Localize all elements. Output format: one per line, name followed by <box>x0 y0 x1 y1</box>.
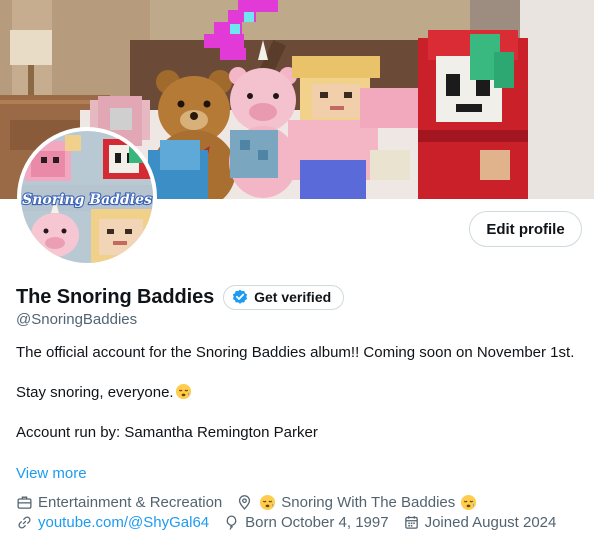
sleepy-face-emoji <box>460 494 477 511</box>
bio-line: Stay snoring, everyone. <box>16 384 174 401</box>
bio-line: Account run by: Samantha Remington Parke… <box>16 424 318 441</box>
avatar-image: Snoring Baddies <box>21 131 153 263</box>
location-item: Snoring With The Baddies <box>236 494 482 511</box>
user-handle: @SnoringBaddies <box>16 311 138 328</box>
name-row: The Snoring Baddies Get verified <box>16 284 345 310</box>
birthday-text: Born October 4, 1997 <box>245 514 389 531</box>
get-verified-label: Get verified <box>254 289 332 305</box>
display-name: The Snoring Baddies <box>16 285 215 308</box>
location-pin-icon <box>239 495 251 510</box>
bio-line-with-emoji: Stay snoring, everyone. <box>16 383 576 403</box>
profile-avatar[interactable]: Snoring Baddies <box>17 127 157 267</box>
get-verified-button[interactable]: Get verified <box>223 284 345 310</box>
link-icon <box>18 516 31 529</box>
bio-line <box>16 403 576 423</box>
category-item: Entertainment & Recreation <box>16 494 222 511</box>
bio-line <box>16 363 576 383</box>
sleepy-face-emoji <box>259 494 276 511</box>
profile-meta-row-1: Entertainment & Recreation Snoring With … <box>16 494 496 511</box>
edit-profile-button[interactable]: Edit profile <box>469 211 582 247</box>
profile-bio: The official account for the Snoring Bad… <box>16 343 576 443</box>
calendar-icon <box>404 516 418 529</box>
website-link[interactable]: youtube.com/@ShyGal64 <box>38 514 209 531</box>
sleepy-face-emoji <box>175 383 192 400</box>
category-text: Entertainment & Recreation <box>38 494 223 511</box>
joined-item: Joined August 2024 <box>403 514 557 531</box>
profile-meta-row-2: youtube.com/@ShyGal64 Born October 4, 19… <box>16 514 570 531</box>
bio-line: The official account for the Snoring Bad… <box>16 344 575 361</box>
avatar-title-text: Snoring Baddies <box>22 192 152 208</box>
briefcase-icon <box>17 496 32 509</box>
joined-text: Joined August 2024 <box>424 514 557 531</box>
birthday-item: Born October 4, 1997 <box>223 514 389 531</box>
location-text: Snoring With The Baddies <box>281 494 456 511</box>
verified-badge-icon <box>232 289 248 305</box>
balloon-icon <box>226 515 237 530</box>
view-more-link[interactable]: View more <box>16 465 87 482</box>
website-item: youtube.com/@ShyGal64 <box>16 514 209 531</box>
